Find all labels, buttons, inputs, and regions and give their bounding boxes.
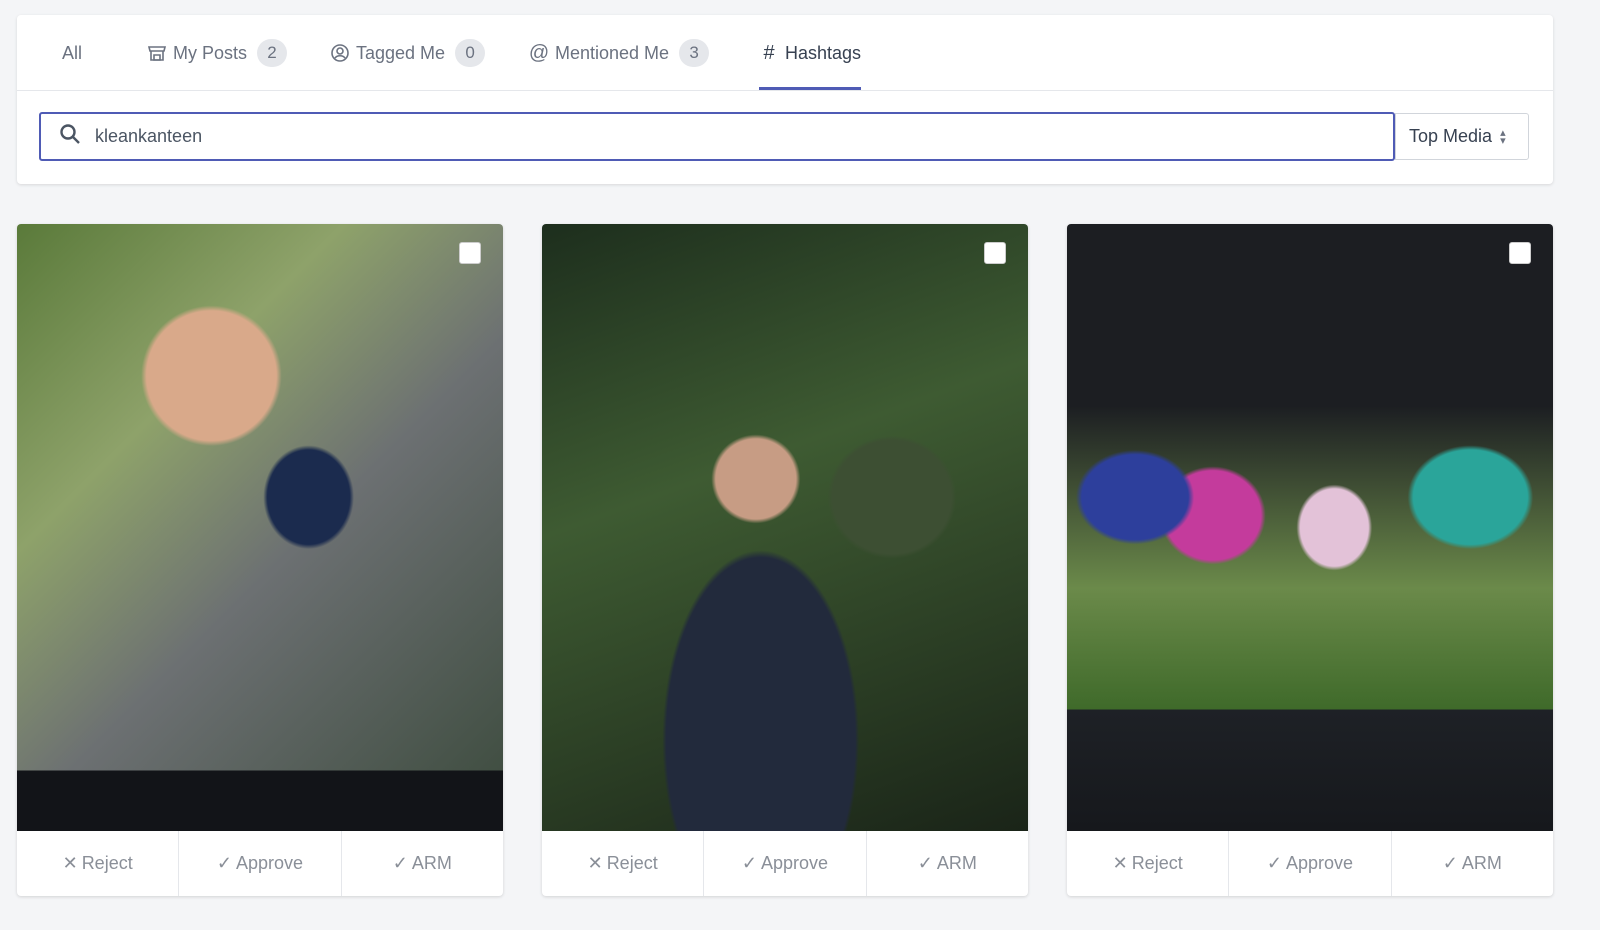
media-image[interactable] bbox=[1067, 224, 1553, 831]
sort-value: Top Media bbox=[1409, 126, 1493, 146]
store-icon bbox=[147, 43, 167, 63]
check-icon: ✓ bbox=[1442, 853, 1458, 873]
tab-label: All bbox=[62, 42, 83, 63]
approve-label: Approve bbox=[761, 853, 829, 873]
arm-button[interactable]: ✓ ARM bbox=[867, 831, 1028, 896]
check-icon: ✓ bbox=[741, 853, 758, 873]
select-checkbox[interactable] bbox=[1509, 242, 1531, 264]
approve-button[interactable]: ✓ Approve bbox=[704, 831, 867, 896]
reject-label: Reject bbox=[606, 853, 658, 873]
tab-tagged-me[interactable]: Tagged Me 0 bbox=[330, 15, 486, 91]
arm-button[interactable]: ✓ ARM bbox=[342, 831, 503, 896]
card-actions: ✕ Reject ✓ Approve ✓ ARM bbox=[1067, 831, 1553, 896]
tab-all[interactable]: All bbox=[62, 15, 82, 91]
hashtag-icon: # bbox=[763, 41, 775, 64]
arm-button[interactable]: ✓ ARM bbox=[1392, 831, 1553, 896]
arm-label: ARM bbox=[411, 853, 452, 873]
tab-label: My Posts bbox=[173, 42, 248, 63]
check-icon: ✓ bbox=[1266, 853, 1283, 873]
hashtag-search bbox=[39, 112, 1395, 161]
media-image[interactable] bbox=[542, 224, 1028, 831]
count-badge: 3 bbox=[679, 39, 710, 67]
media-card: ✕ Reject ✓ Approve ✓ ARM bbox=[1067, 224, 1553, 896]
check-icon: ✓ bbox=[216, 853, 233, 873]
media-image[interactable] bbox=[17, 224, 503, 831]
search-input[interactable] bbox=[95, 126, 1295, 147]
tab-label: Tagged Me bbox=[356, 42, 446, 63]
tab-bar: All My Posts 2 Tagged Me 0 @ Mentioned Me 3… bbox=[17, 15, 1553, 91]
media-card: ✕ Reject ✓ Approve ✓ ARM bbox=[542, 224, 1028, 896]
approve-label: Approve bbox=[1286, 853, 1354, 873]
sort-arrows-icon: ▴ ▾ bbox=[1500, 126, 1506, 147]
tab-my-posts[interactable]: My Posts 2 bbox=[147, 15, 288, 91]
user-circle-icon bbox=[330, 43, 350, 63]
tab-label: Mentioned Me bbox=[555, 42, 670, 63]
count-badge: 2 bbox=[257, 39, 288, 67]
reject-label: Reject bbox=[81, 853, 133, 873]
arm-label: ARM bbox=[1461, 853, 1502, 873]
tab-mentioned-me[interactable]: @ Mentioned Me 3 bbox=[528, 15, 710, 91]
reject-label: Reject bbox=[1131, 853, 1183, 873]
check-icon: ✓ bbox=[392, 853, 408, 873]
media-card: ✕ Reject ✓ Approve ✓ ARM bbox=[17, 224, 503, 896]
arm-label: ARM bbox=[936, 853, 977, 873]
tab-hashtags[interactable]: # Hashtags bbox=[759, 15, 862, 91]
approve-button[interactable]: ✓ Approve bbox=[1229, 831, 1392, 896]
close-icon: ✕ bbox=[1112, 853, 1128, 873]
approve-label: Approve bbox=[236, 853, 304, 873]
select-checkbox[interactable] bbox=[459, 242, 481, 264]
select-checkbox[interactable] bbox=[984, 242, 1006, 264]
reject-button[interactable]: ✕ Reject bbox=[17, 831, 180, 896]
close-icon: ✕ bbox=[62, 853, 78, 873]
reject-button[interactable]: ✕ Reject bbox=[1067, 831, 1230, 896]
at-icon: @ bbox=[528, 41, 550, 64]
sort-select[interactable]: Top Media ▴ ▾ bbox=[1395, 113, 1529, 160]
approve-button[interactable]: ✓ Approve bbox=[179, 831, 342, 896]
search-icon bbox=[59, 123, 81, 150]
card-actions: ✕ Reject ✓ Approve ✓ ARM bbox=[17, 831, 503, 896]
reject-button[interactable]: ✕ Reject bbox=[542, 831, 705, 896]
count-badge: 0 bbox=[455, 39, 486, 67]
tab-label: Hashtags bbox=[785, 42, 862, 63]
card-actions: ✕ Reject ✓ Approve ✓ ARM bbox=[542, 831, 1028, 896]
close-icon: ✕ bbox=[587, 853, 603, 873]
check-icon: ✓ bbox=[917, 853, 933, 873]
filter-panel: All My Posts 2 Tagged Me 0 @ Mentioned Me 3… bbox=[17, 15, 1553, 184]
